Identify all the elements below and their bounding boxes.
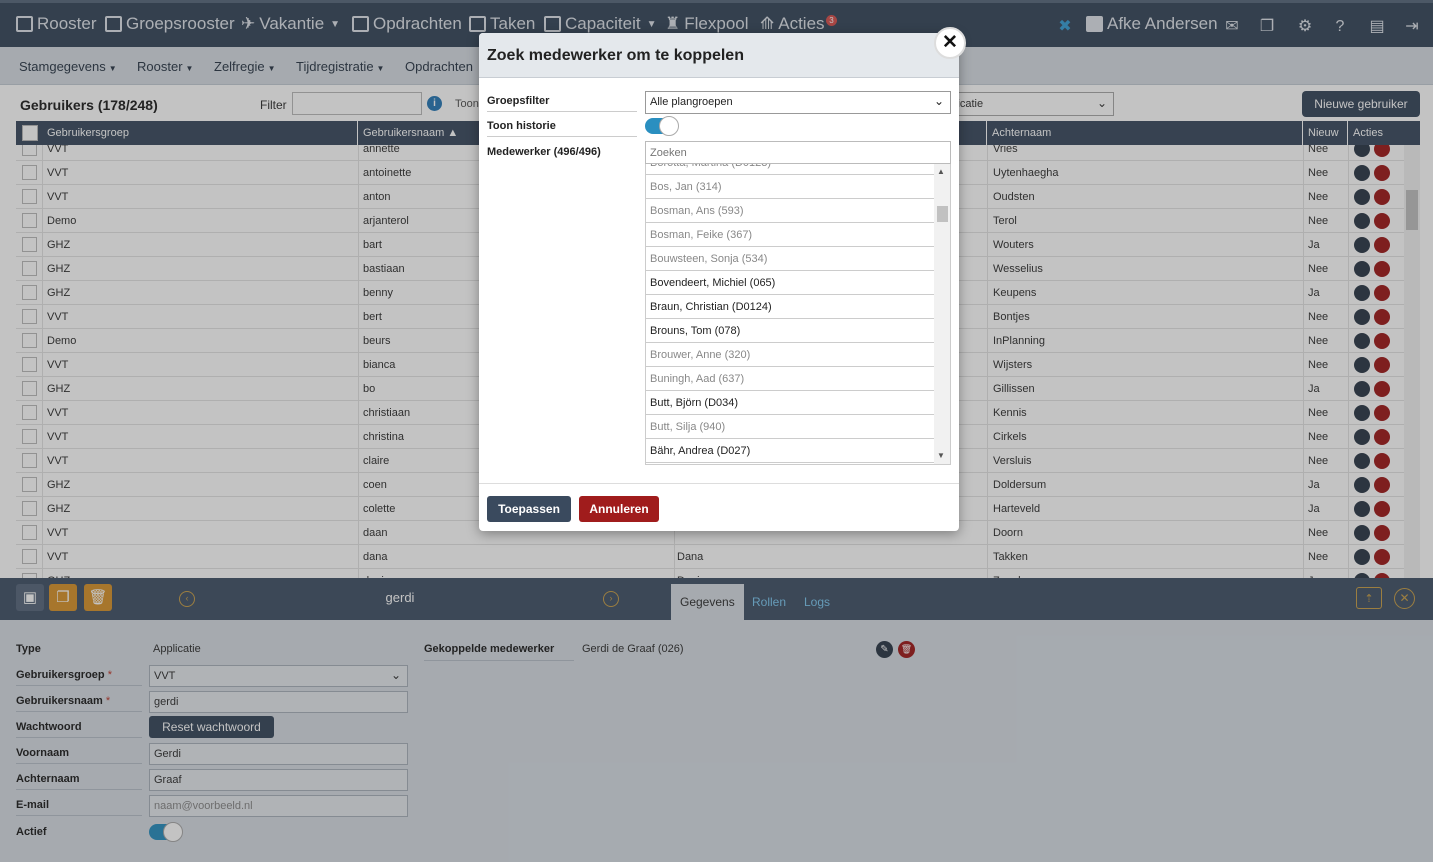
employee-list-item[interactable]: Braun, Christian (D0124) (646, 295, 934, 319)
employee-list-item[interactable]: Brouns, Tom (078) (646, 319, 934, 343)
link-employee-modal: Zoek medewerker om te koppelen Groepsfil… (479, 33, 959, 531)
employee-list[interactable]: Bähr, Andrea (D027) Butt, Silja (940) Butt… (645, 164, 951, 465)
employee-list-item[interactable]: Borotta, Martina (D0123) (646, 164, 934, 175)
toggle-knob (659, 116, 679, 136)
history-label: Toon historie (487, 115, 637, 137)
employee-list-item[interactable]: Bosman, Feike (367) (646, 223, 934, 247)
chevron-down-icon: ⌄ (933, 94, 944, 108)
employee-list-item[interactable]: Bouwsteen, Sonja (534) (646, 247, 934, 271)
employee-list-item[interactable]: Bovendeert, Michiel (065) (646, 271, 934, 295)
employee-list-item[interactable]: Bos, Jan (314) (646, 175, 934, 199)
close-icon: ✕ (942, 32, 958, 53)
employee-list-item[interactable]: Buningh, Aad (637) (646, 367, 934, 391)
history-toggle[interactable] (645, 116, 679, 136)
groepsfilter-select[interactable]: Alle plangroepen ⌄ (645, 91, 951, 114)
employee-list-item[interactable]: Bosman, Ans (593) (646, 199, 934, 223)
apply-button[interactable]: Toepassen (487, 496, 571, 522)
employee-list-item[interactable]: Brouwer, Anne (320) (646, 343, 934, 367)
employee-list-scrollbar-thumb[interactable] (937, 206, 948, 222)
modal-header: Zoek medewerker om te koppelen (479, 33, 959, 78)
modal-title: Zoek medewerker om te koppelen (487, 47, 744, 64)
employee-list-item[interactable]: Butt, Silja (940) (646, 415, 934, 439)
employee-list-item[interactable]: Butt, Björn (D034) (646, 391, 934, 415)
modal-footer-divider (479, 483, 959, 484)
employee-count-label: Medewerker (496/496) (487, 146, 601, 158)
modal-close-button[interactable]: ✕ (934, 27, 966, 59)
employee-search-input[interactable] (645, 141, 951, 164)
groepsfilter-label: Groepsfilter (487, 90, 637, 112)
scroll-up-icon[interactable]: ▲ (937, 167, 945, 176)
cancel-button[interactable]: Annuleren (579, 496, 659, 522)
scroll-down-icon[interactable]: ▼ (937, 451, 945, 460)
employee-list-item[interactable]: Bähr, Andrea (D027) (646, 439, 934, 463)
